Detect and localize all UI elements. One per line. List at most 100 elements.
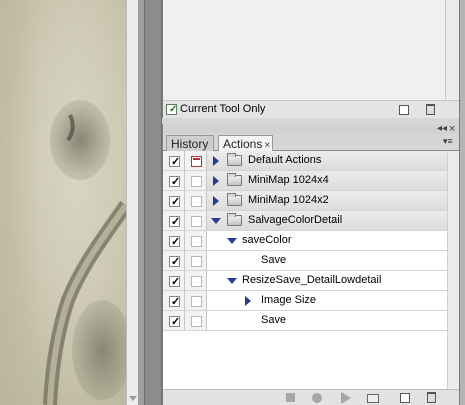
collapse-icon[interactable]: ◂◂ (437, 124, 447, 134)
expand-triangle-icon[interactable] (245, 296, 251, 306)
toggle-item-checkbox[interactable]: ✓ (169, 196, 180, 208)
expand-triangle-icon[interactable] (213, 156, 219, 166)
toggle-dialog-column[interactable] (185, 151, 207, 171)
folder-icon (227, 153, 242, 166)
check-icon: ✓ (171, 176, 181, 188)
presets-footer: ✓ Current Tool Only (163, 100, 459, 118)
toggle-item-column[interactable]: ✓ (163, 271, 185, 291)
panel-titlebar[interactable]: ◂◂ × (163, 124, 459, 135)
actions-panel: ◂◂ × History Actions × ▾≡ ✓ Default Actio… (162, 124, 459, 405)
toggle-item-checkbox[interactable]: ✓ (169, 216, 180, 228)
new-set-icon[interactable] (367, 394, 379, 403)
command-row[interactable]: Image Size (207, 291, 447, 311)
command-row[interactable]: Save (207, 251, 447, 271)
panel-tabs: History Actions × ▾≡ (163, 134, 459, 152)
toggle-item-column[interactable]: ✓ (163, 171, 185, 191)
dialog-toggle-icon[interactable] (191, 156, 202, 167)
dialog-toggle-icon[interactable] (191, 296, 202, 307)
action-set-row[interactable]: MiniMap 1024x2 (207, 191, 447, 211)
toggle-dialog-column[interactable] (185, 311, 207, 331)
list-item[interactable]: ✓ Save (163, 251, 447, 271)
actions-list: ✓ Default Actions ✓ MiniMap 1024x4 ✓ Min… (163, 151, 447, 389)
presets-scrollbar[interactable] (445, 0, 459, 100)
toggle-item-column[interactable]: ✓ (163, 311, 185, 331)
toggle-item-checkbox[interactable]: ✓ (169, 256, 181, 268)
document-canvas[interactable] (0, 0, 126, 405)
new-action-icon[interactable] (400, 393, 410, 403)
toggle-dialog-column[interactable] (185, 291, 207, 311)
toggle-item-column[interactable]: ✓ (163, 151, 185, 171)
folder-icon (227, 173, 242, 186)
command-row[interactable]: Save (207, 311, 447, 331)
check-icon: ✓ (171, 296, 181, 308)
panel-menu-icon[interactable]: ▾≡ (443, 137, 453, 146)
toggle-dialog-column[interactable] (185, 211, 207, 231)
new-icon[interactable] (399, 105, 409, 115)
dialog-toggle-icon[interactable] (191, 236, 202, 247)
photoshop-window: ✓ Current Tool Only ◂◂ × History Actions… (0, 0, 465, 405)
list-item[interactable]: ✓ SalvageColorDetail (163, 211, 447, 231)
close-icon[interactable]: × (449, 124, 455, 135)
toggle-item-column[interactable]: ✓ (163, 211, 185, 231)
list-item[interactable]: ✓ MiniMap 1024x4 (163, 171, 447, 191)
collapse-triangle-icon[interactable] (211, 218, 221, 224)
toggle-item-checkbox[interactable]: ✓ (169, 316, 180, 328)
dialog-toggle-icon[interactable] (191, 316, 202, 327)
list-item[interactable]: ✓ ResizeSave_DetailLowdetail (163, 271, 447, 291)
tab-history[interactable]: History (166, 135, 214, 151)
toggle-item-column[interactable]: ✓ (163, 291, 185, 311)
panel-dock-strip (144, 0, 162, 405)
list-item[interactable]: ✓ Image Size (163, 291, 447, 311)
dialog-toggle-icon[interactable] (191, 256, 202, 267)
dialog-toggle-icon[interactable] (191, 196, 202, 207)
collapse-triangle-icon[interactable] (227, 278, 237, 284)
dialog-toggle-icon[interactable] (191, 176, 202, 187)
current-tool-only-checkbox[interactable]: ✓ (166, 104, 177, 115)
list-item[interactable]: ✓ Save (163, 311, 447, 331)
expand-triangle-icon[interactable] (213, 176, 219, 186)
folder-icon (227, 193, 242, 206)
action-set-row[interactable]: Default Actions (207, 151, 447, 171)
action-row[interactable]: saveColor (207, 231, 447, 251)
collapse-triangle-icon[interactable] (227, 238, 237, 244)
toggle-item-column[interactable]: ✓ (163, 191, 185, 211)
action-row[interactable]: ResizeSave_DetailLowdetail (207, 271, 447, 291)
tab-label: History (171, 137, 209, 151)
scroll-down-arrow-icon[interactable] (129, 396, 137, 401)
command-label: Save (261, 314, 287, 326)
toggle-dialog-column[interactable] (185, 271, 207, 291)
list-item[interactable]: ✓ saveColor (163, 231, 447, 251)
trash-icon[interactable] (426, 104, 435, 115)
canvas-road-image (43, 114, 126, 405)
toggle-dialog-column[interactable] (185, 171, 207, 191)
close-tab-icon[interactable]: × (264, 140, 270, 151)
record-icon[interactable] (312, 393, 322, 403)
list-item[interactable]: ✓ MiniMap 1024x2 (163, 191, 447, 211)
canvas-scrollbar[interactable] (126, 0, 138, 405)
toggle-item-checkbox[interactable]: ✓ (169, 156, 180, 168)
dialog-toggle-icon[interactable] (191, 276, 202, 287)
delete-icon[interactable] (427, 392, 436, 403)
action-label: saveColor (242, 234, 292, 246)
toggle-dialog-column[interactable] (185, 191, 207, 211)
play-icon[interactable] (341, 392, 351, 404)
toggle-item-checkbox[interactable]: ✓ (169, 236, 180, 248)
action-set-row[interactable]: MiniMap 1024x4 (207, 171, 447, 191)
list-item[interactable]: ✓ Default Actions (163, 151, 447, 171)
action-set-row[interactable]: SalvageColorDetail (207, 211, 447, 231)
toggle-item-checkbox[interactable]: ✓ (169, 276, 180, 288)
dialog-toggle-icon[interactable] (191, 216, 202, 227)
toggle-dialog-column[interactable] (185, 231, 207, 251)
command-label: Image Size (261, 294, 317, 306)
toggle-item-column[interactable]: ✓ (163, 231, 185, 251)
tab-actions[interactable]: Actions × (218, 135, 273, 152)
action-set-label: Default Actions (248, 154, 322, 166)
toggle-item-checkbox[interactable]: ✓ (169, 296, 181, 308)
stop-icon[interactable] (286, 393, 295, 402)
expand-triangle-icon[interactable] (213, 196, 219, 206)
toggle-item-checkbox[interactable]: ✓ (169, 176, 181, 188)
check-icon: ✓ (171, 256, 181, 268)
toggle-dialog-column[interactable] (185, 251, 207, 271)
toggle-item-column[interactable]: ✓ (163, 251, 185, 271)
actions-scrollbar[interactable] (447, 151, 459, 389)
